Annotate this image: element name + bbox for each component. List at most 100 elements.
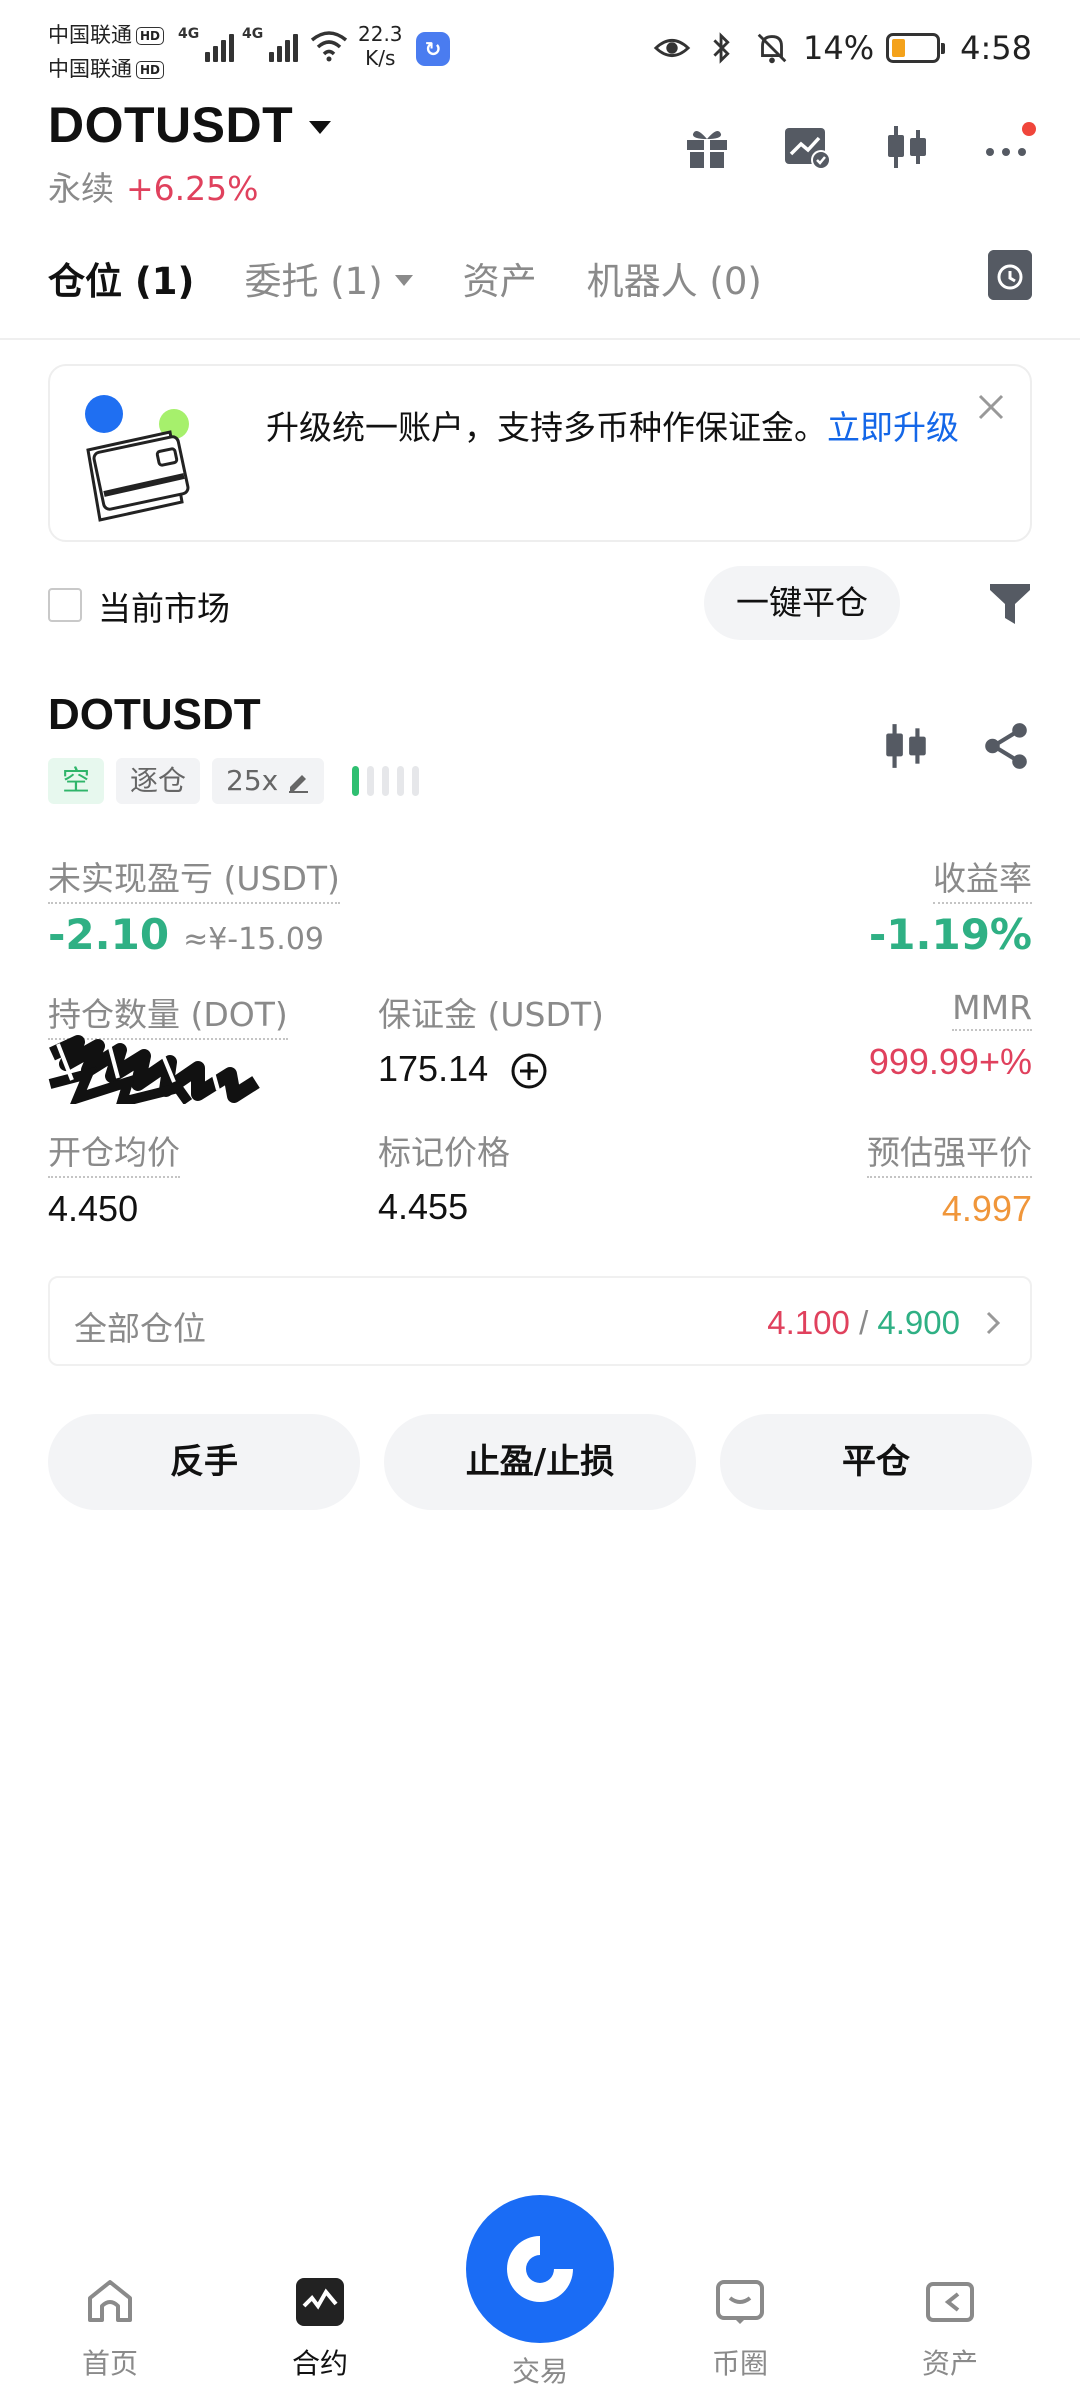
bluetooth-icon (713, 32, 730, 64)
app-notification-icon: ↻ (416, 32, 450, 66)
tab-positions[interactable]: 仓位 (1) (48, 251, 194, 305)
mmr-value: 999.99+% (868, 1041, 1032, 1082)
more-menu-button[interactable] (982, 122, 1036, 172)
add-margin-icon[interactable] (510, 1052, 548, 1090)
unrealized-pnl-value: -2.10 (48, 910, 170, 959)
liq-price-cell: 预估强平价 4.997 (867, 1126, 1032, 1230)
unrealized-pnl-cny: ≈¥-15.09 (183, 922, 324, 957)
close-all-button[interactable]: 一键平仓 (704, 566, 900, 640)
notification-dot (1022, 122, 1036, 136)
share-icon[interactable] (980, 720, 1032, 772)
unrealized-pnl-label[interactable]: 未实现盈亏 (USDT) (48, 852, 340, 904)
battery-icon (886, 33, 946, 63)
position-badges: 空 逐仓 25x (48, 758, 420, 804)
size-label[interactable]: 持仓数量 (DOT) (48, 988, 288, 1040)
size-cell: 持仓数量 (DOT) (48, 988, 288, 1040)
chevron-down-icon (394, 274, 413, 286)
banner-message: 升级统一账户，支持多币种作保证金。 (266, 408, 827, 447)
carrier-2: 中国联通 (48, 57, 132, 81)
carrier-info: 中国联通 HD 中国联通 HD (48, 18, 165, 86)
gift-icon[interactable] (682, 122, 732, 172)
upgrade-banner[interactable]: 升级统一账户，支持多币种作保证金。立即升级 (48, 364, 1032, 542)
candlestick-icon[interactable] (880, 720, 932, 772)
nav-futures[interactable]: 合约 (250, 2276, 390, 2382)
position-symbol[interactable]: DOTUSDT (48, 690, 261, 740)
close-icon[interactable] (976, 392, 1006, 422)
futures-icon (296, 2278, 344, 2326)
eye-icon (653, 38, 691, 58)
current-market-checkbox[interactable] (48, 588, 82, 622)
carrier-1: 中国联通 (48, 23, 132, 47)
trade-button[interactable] (466, 2195, 614, 2343)
header: DOTUSDT 永续 +6.25% (48, 96, 1036, 216)
roe-cell: 收益率 -1.19% (869, 852, 1032, 959)
wallet-icon (926, 2282, 974, 2322)
roe-value: -1.19% (868, 910, 1032, 959)
chart-check-icon[interactable] (782, 122, 832, 172)
tp-sl-range: 4.100 / 4.900 (767, 1304, 960, 1341)
side-badge: 空 (48, 758, 105, 804)
margin-mode-badge: 逐仓 (116, 758, 201, 804)
symbol-selector[interactable]: DOTUSDT (48, 96, 332, 154)
clock: 4:58 (960, 29, 1032, 67)
edit-icon (289, 775, 309, 793)
hd-badge: HD (136, 61, 165, 79)
upgrade-link[interactable]: 立即升级 (827, 408, 959, 447)
entry-price-cell: 开仓均价 4.450 (48, 1126, 180, 1230)
candlestick-icon[interactable] (882, 122, 932, 172)
chevron-right-icon (986, 1311, 1001, 1335)
close-position-button[interactable]: 平仓 (720, 1414, 1032, 1510)
mark-price-cell: 标记价格 4.455 (378, 1126, 510, 1228)
current-market-label[interactable]: 当前市场 (98, 582, 230, 630)
wifi-icon (310, 31, 348, 62)
mmr-label[interactable]: MMR (952, 988, 1032, 1031)
tab-bots[interactable]: 机器人 (0) (587, 251, 762, 305)
tab-bar: 仓位 (1) 委托 (1) 资产 机器人 (0) (48, 246, 1032, 310)
home-icon (88, 2280, 132, 2322)
mmr-cell: MMR 999.99+% (869, 988, 1032, 1083)
nav-trade-label[interactable]: 交易 (466, 2350, 614, 2390)
roe-label[interactable]: 收益率 (933, 852, 1032, 904)
range-high: 4.900 (877, 1304, 960, 1341)
entry-price-label[interactable]: 开仓均价 (48, 1126, 180, 1178)
wallet-illustration-icon (85, 395, 190, 522)
history-document-icon[interactable] (988, 250, 1032, 300)
liq-price-value: 4.997 (941, 1188, 1032, 1229)
reverse-button[interactable]: 反手 (48, 1414, 360, 1510)
symbol-name: DOTUSDT (48, 97, 294, 153)
nav-community[interactable]: 币圈 (670, 2276, 810, 2382)
network-speed: 22.3 K/s (358, 22, 403, 70)
filter-icon[interactable] (988, 580, 1032, 628)
position-actions: 反手 止盈/止损 平仓 (48, 1414, 1032, 1510)
liq-price-label[interactable]: 预估强平价 (867, 1126, 1032, 1178)
nav-assets[interactable]: 资产 (880, 2276, 1020, 2382)
mute-bell-icon (757, 33, 787, 64)
nav-home[interactable]: 首页 (40, 2276, 180, 2382)
margin-label: 保证金 (USDT) (378, 995, 604, 1034)
divider (0, 338, 1080, 340)
margin-cell: 保证金 (USDT) 175.14 (378, 988, 604, 1090)
tp-sl-button[interactable]: 止盈/止损 (384, 1414, 696, 1510)
battery-percent: 14% (803, 29, 875, 67)
community-icon (716, 2280, 764, 2324)
margin-value: 175.14 (378, 1048, 489, 1089)
price-change: +6.25% (126, 169, 259, 208)
all-positions-row[interactable]: 全部仓位 4.100 / 4.900 (48, 1276, 1032, 1366)
unrealized-pnl-cell: 未实现盈亏 (USDT) -2.10 ≈¥-15.09 (48, 852, 340, 959)
redacted-scribble (48, 1035, 260, 1104)
mark-price-value: 4.455 (378, 1186, 469, 1227)
adl-indicator (352, 766, 420, 796)
signal-icon: 4G (242, 26, 299, 62)
contract-type: 永续 (48, 169, 114, 208)
chevron-down-icon (309, 120, 332, 134)
hd-badge: HD (136, 27, 165, 45)
tab-orders[interactable]: 委托 (1) (244, 251, 413, 305)
status-bar: 中国联通 HD 中国联通 HD 4G 4G 22.3 K/s ↻ 14% 4:5… (0, 0, 1080, 96)
signal-icon: 4G (178, 26, 235, 62)
range-low: 4.100 (767, 1304, 850, 1341)
leverage-badge[interactable]: 25x (212, 758, 325, 804)
filter-row: 当前市场 一键平仓 (48, 566, 1032, 642)
entry-price-value: 4.450 (48, 1188, 139, 1229)
mark-price-label: 标记价格 (378, 1133, 510, 1172)
tab-assets[interactable]: 资产 (463, 251, 537, 305)
